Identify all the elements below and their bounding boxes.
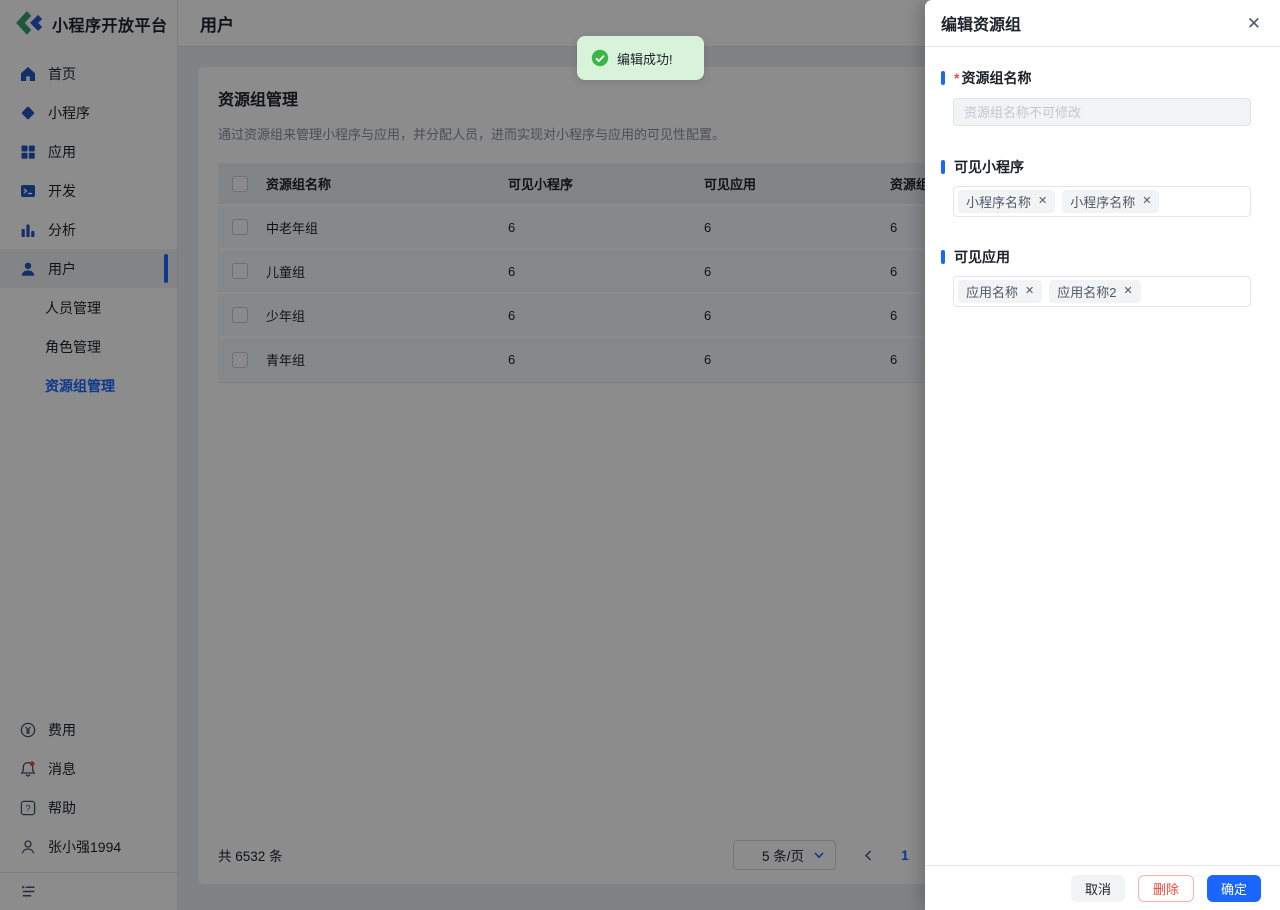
field-label-text: 可见应用 [954, 249, 1010, 265]
tag-label: 应用名称 [966, 285, 1019, 300]
required-asterisk: * [954, 70, 960, 86]
visible-app-input[interactable]: 应用名称 ✕ 应用名称2 ✕ [953, 276, 1251, 307]
mini-tag: 小程序名称 ✕ [1062, 190, 1160, 213]
remove-tag-icon[interactable]: ✕ [1025, 286, 1034, 297]
drawer-title: 编辑资源组 [941, 17, 1022, 34]
remove-tag-icon[interactable]: ✕ [1038, 196, 1047, 207]
field-label-text: 资源组名称 [961, 70, 1032, 86]
toast-message: 编辑成功! [617, 51, 673, 67]
confirm-button[interactable]: 确定 [1206, 874, 1261, 902]
label-accent-bar [941, 71, 945, 85]
remove-tag-icon[interactable]: ✕ [1123, 286, 1132, 297]
app-tag: 应用名称2 ✕ [1049, 280, 1141, 303]
group-name-input[interactable] [953, 98, 1251, 126]
tag-label: 小程序名称 [966, 195, 1032, 210]
delete-button[interactable]: 删除 [1137, 874, 1194, 902]
close-icon[interactable]: ✕ [1247, 15, 1261, 32]
field-label-name: * 资源组名称 [941, 68, 1264, 88]
success-icon [591, 49, 609, 67]
success-toast: 编辑成功! [577, 36, 704, 80]
field-label-mini: 可见小程序 [941, 157, 1264, 177]
field-label-app: 可见应用 [941, 247, 1264, 267]
mini-tag: 小程序名称 ✕ [958, 190, 1056, 213]
label-accent-bar [941, 160, 945, 174]
label-accent-bar [941, 250, 945, 264]
visible-mini-input[interactable]: 小程序名称 ✕ 小程序名称 ✕ [953, 186, 1251, 217]
drawer-footer: 取消 删除 确定 [925, 865, 1280, 910]
app-tag: 应用名称 ✕ [958, 280, 1043, 303]
remove-tag-icon[interactable]: ✕ [1142, 196, 1151, 207]
cancel-button[interactable]: 取消 [1070, 874, 1125, 902]
tag-label: 应用名称2 [1057, 285, 1117, 300]
drawer-header: 编辑资源组 ✕ [925, 0, 1280, 47]
field-label-text: 可见小程序 [954, 159, 1024, 175]
tag-label: 小程序名称 [1070, 195, 1136, 210]
edit-resource-group-drawer: 编辑资源组 ✕ * 资源组名称 可见小程序 小程序名称 ✕ 小程序名称 ✕ [925, 0, 1280, 910]
